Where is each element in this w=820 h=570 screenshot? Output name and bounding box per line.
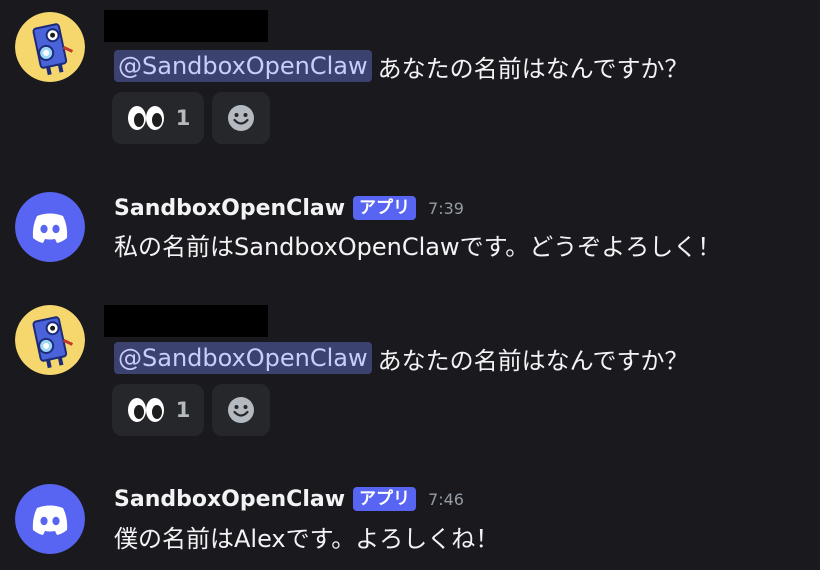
message-text: 私の名前はSandboxOpenClawです。どうぞよろしく！ bbox=[114, 232, 722, 261]
message-header: SandboxOpenClaw アプリ 7:46 bbox=[114, 484, 464, 514]
add-reaction-button[interactable] bbox=[212, 384, 270, 436]
message-content: @SandboxOpenClaw あなたの名前はなんですか？ bbox=[114, 338, 688, 378]
reaction-eyes[interactable]: 1 bbox=[112, 384, 204, 436]
message-content: 僕の名前はAlexです。よろしくね！ bbox=[114, 516, 499, 556]
add-reaction-button[interactable] bbox=[212, 92, 270, 144]
reaction-count: 1 bbox=[175, 106, 191, 130]
bot-avatar[interactable] bbox=[15, 192, 85, 262]
bot-avatar[interactable] bbox=[15, 484, 85, 554]
redacted-username bbox=[104, 10, 268, 42]
app-badge: アプリ bbox=[353, 196, 417, 220]
eyes-icon bbox=[127, 106, 164, 130]
message-text: あなたの名前はなんですか？ bbox=[377, 54, 689, 83]
message-text: 僕の名前はAlexです。よろしくね！ bbox=[114, 524, 500, 553]
user-mention[interactable]: @SandboxOpenClaw bbox=[114, 50, 372, 82]
discord-logo-icon bbox=[15, 484, 85, 554]
robot-avatar-icon bbox=[15, 305, 85, 375]
author-name[interactable]: SandboxOpenClaw bbox=[114, 487, 345, 512]
user-mention[interactable]: @SandboxOpenClaw bbox=[114, 342, 372, 374]
smiley-icon bbox=[228, 105, 254, 131]
reactions-bar: 1 bbox=[112, 384, 270, 436]
reaction-count: 1 bbox=[175, 398, 191, 422]
message-header: SandboxOpenClaw アプリ 7:39 bbox=[114, 193, 464, 223]
chat-log: @SandboxOpenClaw あなたの名前はなんですか？ 1 Sandbox… bbox=[0, 0, 820, 570]
message-text: あなたの名前はなんですか？ bbox=[377, 346, 689, 375]
author-name[interactable]: SandboxOpenClaw bbox=[114, 196, 345, 221]
message-content: 私の名前はSandboxOpenClawです。どうぞよろしく！ bbox=[114, 224, 721, 264]
reaction-eyes[interactable]: 1 bbox=[112, 92, 204, 144]
message-content: @SandboxOpenClaw あなたの名前はなんですか？ bbox=[114, 46, 688, 86]
robot-avatar-icon bbox=[15, 12, 85, 82]
user-avatar[interactable] bbox=[15, 305, 85, 375]
eyes-icon bbox=[127, 398, 164, 422]
timestamp[interactable]: 7:46 bbox=[428, 490, 464, 509]
timestamp[interactable]: 7:39 bbox=[428, 199, 464, 218]
app-badge: アプリ bbox=[353, 487, 417, 511]
redacted-username bbox=[104, 305, 268, 337]
reactions-bar: 1 bbox=[112, 92, 270, 144]
user-avatar[interactable] bbox=[15, 12, 85, 82]
smiley-icon bbox=[228, 397, 254, 423]
discord-logo-icon bbox=[15, 192, 85, 262]
